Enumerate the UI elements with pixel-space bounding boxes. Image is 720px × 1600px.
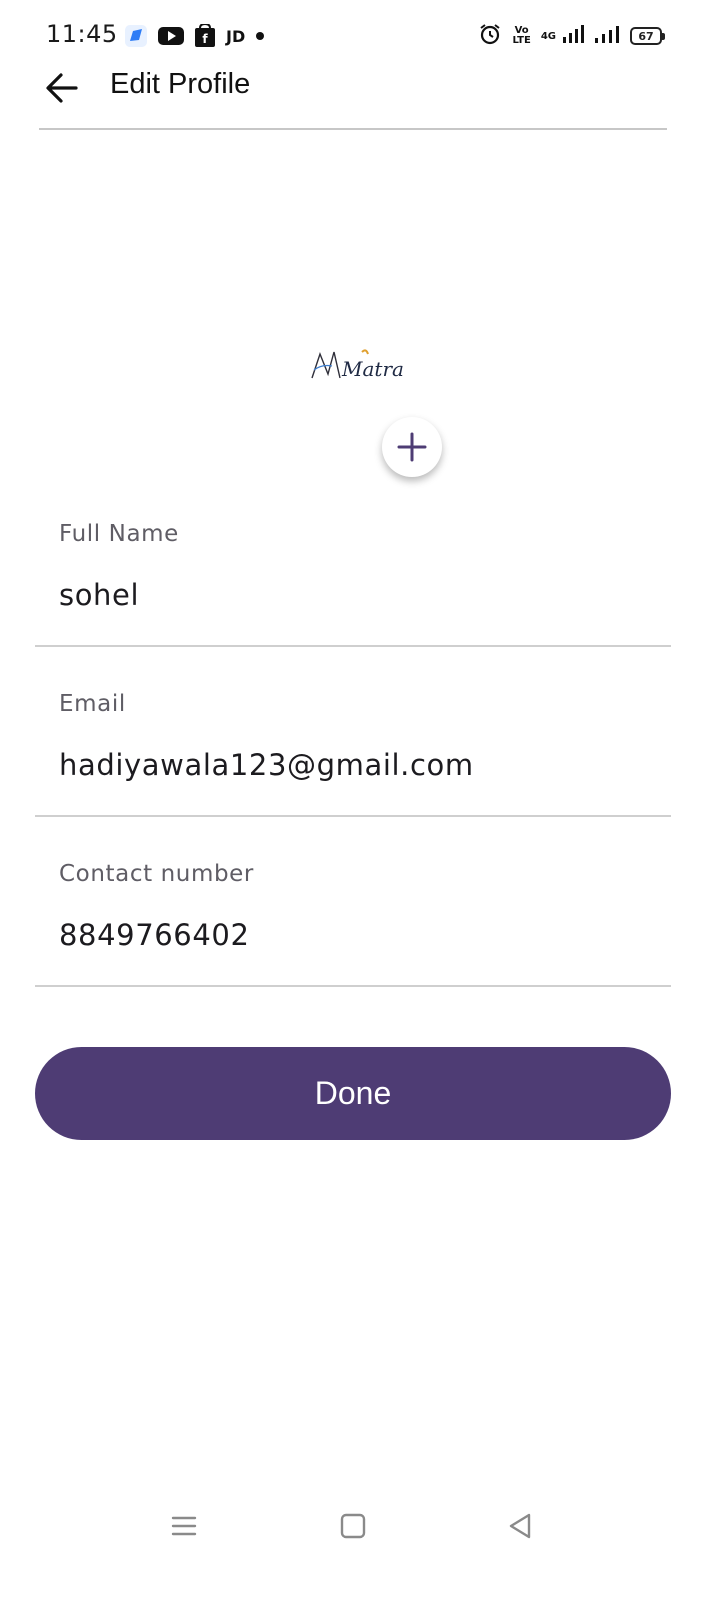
email-input[interactable] [59,743,649,787]
nav-home-button[interactable] [331,1504,375,1548]
shopping-bag-icon: f [194,24,216,48]
full-name-field: Full Name [35,521,671,671]
email-label: Email [59,691,126,717]
back-triangle-icon [509,1513,531,1539]
arrow-back-icon [46,73,78,103]
battery-indicator: 67 [630,27,665,45]
full-name-label: Full Name [59,521,179,547]
app-icon [124,24,148,48]
menu-icon [171,1516,197,1536]
youtube-icon [158,26,184,46]
notification-icons: f JD [124,22,265,50]
page-title: Edit Profile [110,68,251,100]
plus-icon [397,432,427,462]
brand-logo: Matra [311,349,404,381]
app-bar: Edit Profile [0,60,720,130]
system-nav-bar [0,1490,720,1560]
nav-menu-button[interactable] [162,1504,206,1548]
volte-line2: LTE [512,35,531,46]
logo-text: Matra [341,357,404,381]
nav-back-button[interactable] [498,1504,542,1548]
done-button[interactable]: Done [35,1047,671,1140]
add-photo-button[interactable] [382,417,442,477]
profile-avatar[interactable]: Matra [300,340,410,390]
email-underline [35,815,671,817]
back-button[interactable] [40,66,84,110]
volte-indicator: Vo LTE [512,26,530,46]
signal-strength-2-icon [594,23,620,49]
svg-text:f: f [202,32,208,46]
alarm-icon [478,22,502,50]
jd-icon: JD [226,26,246,46]
full-name-underline [35,645,671,647]
email-field: Email [35,691,671,841]
network-type-label: 4G [540,30,556,42]
contact-number-input[interactable] [59,913,649,957]
signal-strength-icon [562,23,584,49]
home-square-icon [340,1513,366,1539]
status-time: 11:45 [46,20,118,48]
system-status-icons: Vo LTE 4G 67 [478,22,665,50]
dot-icon [255,31,265,41]
header-divider [39,128,667,130]
contact-number-field: Contact number [35,861,671,1011]
contact-number-label: Contact number [59,861,254,887]
full-name-input[interactable] [59,573,649,617]
contact-number-underline [35,985,671,987]
